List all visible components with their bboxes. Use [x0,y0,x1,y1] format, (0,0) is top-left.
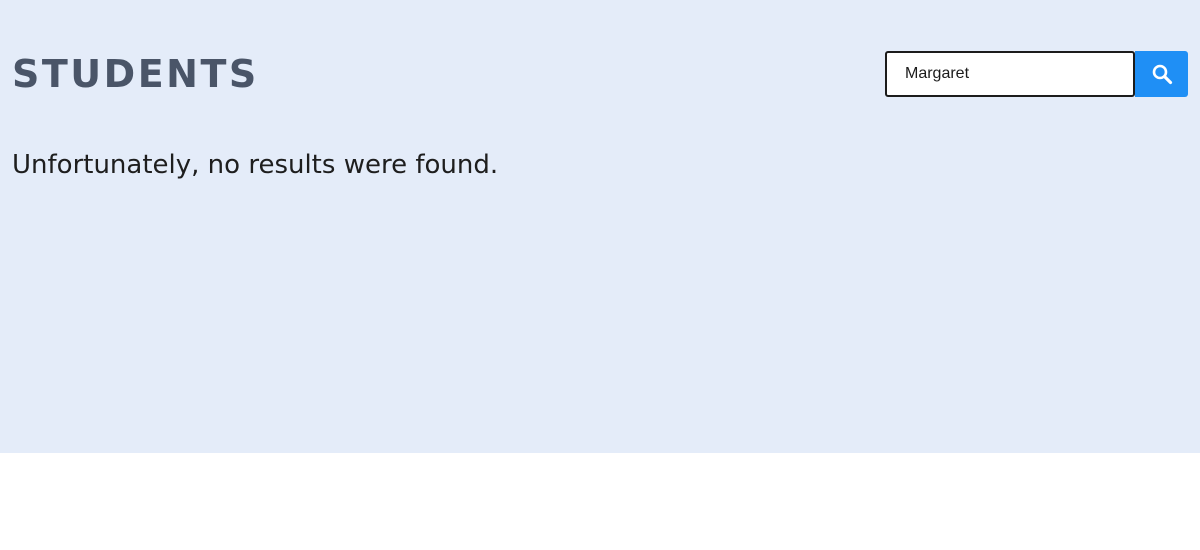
students-panel: STUDENTS Unfortunately, no results were … [0,0,1200,453]
search-button[interactable] [1135,51,1188,97]
search-form [885,51,1188,97]
page-title: STUDENTS [12,52,259,96]
search-icon [1151,63,1173,85]
no-results-message: Unfortunately, no results were found. [12,150,499,180]
search-input[interactable] [885,51,1135,97]
